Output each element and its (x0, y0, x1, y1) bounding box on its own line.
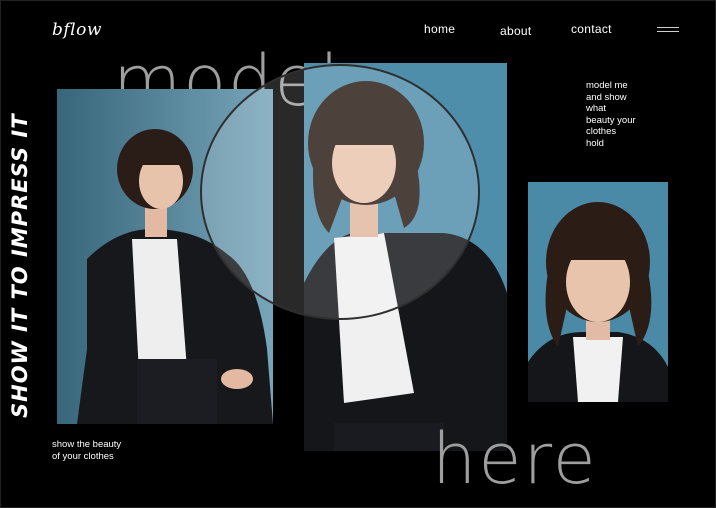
nav-contact-link[interactable]: contact (571, 22, 612, 36)
model-photo-right (528, 182, 668, 402)
menu-line (657, 31, 679, 32)
hamburger-menu-icon[interactable] (657, 27, 679, 33)
bottom-tagline: show the beauty of your clothes (52, 439, 172, 463)
overlay-circle (200, 64, 480, 320)
side-description: model me and show what beauty your cloth… (586, 80, 666, 149)
side-description-line: and show (586, 91, 627, 103)
side-description-line: model me (586, 80, 628, 91)
side-description-line: beauty your (586, 114, 636, 126)
side-description-line: clothes (586, 126, 617, 137)
hero-word-here: here (432, 418, 598, 500)
side-description-line: hold (586, 137, 604, 149)
side-description-line: what (586, 103, 607, 114)
nav-home-link[interactable]: home (424, 22, 455, 36)
main-nav: home about contact (0, 22, 716, 38)
menu-line (657, 27, 679, 28)
bottom-tagline-line: show the beauty (52, 439, 122, 450)
bottom-tagline-line: of your clothes (52, 451, 114, 462)
nav-about-link[interactable]: about (500, 24, 532, 38)
vertical-headline: SHOW IT TO IMPRESS IT (8, 113, 32, 418)
